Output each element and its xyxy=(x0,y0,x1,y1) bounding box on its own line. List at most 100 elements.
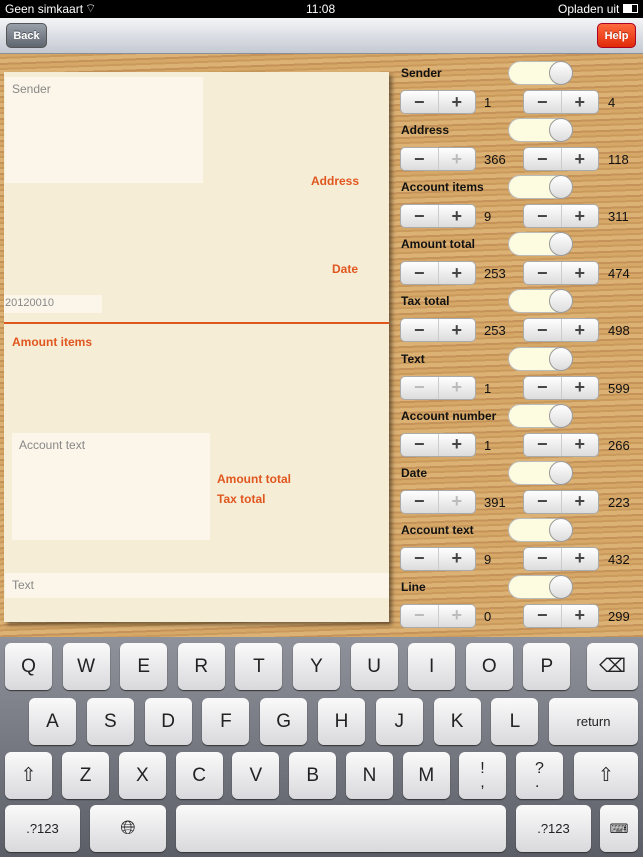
key-exclamation[interactable]: ! , xyxy=(459,752,506,799)
plus-icon[interactable]: + xyxy=(437,319,476,342)
size-stepper[interactable]: − + xyxy=(523,375,599,400)
visibility-toggle[interactable] xyxy=(508,118,573,143)
minus-icon[interactable]: − xyxy=(524,434,561,456)
address-label[interactable]: Address xyxy=(311,174,359,188)
key-i[interactable]: I xyxy=(408,643,456,690)
key-x[interactable]: X xyxy=(118,752,166,799)
minus-icon[interactable]: − xyxy=(401,148,438,170)
position-stepper[interactable]: − + xyxy=(400,489,476,514)
minus-icon[interactable]: − xyxy=(401,262,438,284)
key-g[interactable]: G xyxy=(260,698,308,745)
key-k[interactable]: K xyxy=(433,698,481,745)
minus-icon[interactable]: − xyxy=(524,148,561,170)
account-text-field[interactable]: Account text xyxy=(12,433,210,540)
key-o[interactable]: O xyxy=(465,643,513,690)
minus-icon[interactable]: − xyxy=(401,91,438,113)
key-v[interactable]: V xyxy=(232,752,280,799)
plus-icon[interactable]: + xyxy=(560,91,599,113)
plus-icon[interactable]: + xyxy=(560,604,599,627)
toggle-knob[interactable] xyxy=(549,175,573,200)
key-z[interactable]: Z xyxy=(62,752,109,799)
size-stepper[interactable]: − + xyxy=(523,147,599,172)
visibility-toggle[interactable] xyxy=(508,232,573,257)
plus-icon[interactable]: + xyxy=(437,490,476,513)
plus-icon[interactable]: + xyxy=(437,205,476,228)
size-stepper[interactable]: − + xyxy=(523,261,599,286)
minus-icon[interactable]: − xyxy=(524,205,561,227)
position-stepper[interactable]: − + xyxy=(400,432,476,457)
minus-icon[interactable]: − xyxy=(524,91,561,113)
toggle-knob[interactable] xyxy=(549,118,573,143)
key-t[interactable]: T xyxy=(235,643,283,690)
amount-items-label[interactable]: Amount items xyxy=(12,335,92,349)
minus-icon[interactable]: − xyxy=(401,491,438,513)
minus-icon[interactable]: − xyxy=(524,548,561,570)
key-question[interactable]: ? . xyxy=(516,752,563,799)
key-w[interactable]: W xyxy=(62,643,110,690)
dismiss-keyboard-key[interactable]: ⌨ xyxy=(600,805,638,852)
plus-icon[interactable]: + xyxy=(437,604,476,627)
toggle-knob[interactable] xyxy=(549,346,573,371)
key-c[interactable]: C xyxy=(175,752,223,799)
date-value-field[interactable]: 20120010 xyxy=(4,295,102,313)
plus-icon[interactable]: + xyxy=(437,433,476,456)
plus-icon[interactable]: + xyxy=(437,376,476,399)
size-stepper[interactable]: − + xyxy=(523,90,599,114)
size-stepper[interactable]: − + xyxy=(523,603,599,628)
size-stepper[interactable]: − + xyxy=(523,318,599,343)
visibility-toggle[interactable] xyxy=(508,460,573,485)
key-f[interactable]: F xyxy=(202,698,250,745)
position-stepper[interactable]: − + xyxy=(400,147,476,172)
globe-key[interactable]: 🌐︎ xyxy=(90,805,166,852)
help-button[interactable]: Help xyxy=(597,23,636,48)
minus-icon[interactable]: − xyxy=(401,605,438,627)
key-a[interactable]: A xyxy=(29,698,76,745)
toggle-knob[interactable] xyxy=(549,574,573,599)
key-m[interactable]: M xyxy=(402,752,450,799)
toggle-knob[interactable] xyxy=(549,517,573,542)
backspace-key[interactable]: ⌫ xyxy=(587,643,638,690)
minus-icon[interactable]: − xyxy=(524,262,561,284)
minus-icon[interactable]: − xyxy=(524,605,561,627)
minus-icon[interactable]: − xyxy=(524,377,561,399)
key-j[interactable]: J xyxy=(375,698,423,745)
position-stepper[interactable]: − + xyxy=(400,546,476,571)
minus-icon[interactable]: − xyxy=(401,548,438,570)
date-label[interactable]: Date xyxy=(332,262,358,276)
plus-icon[interactable]: + xyxy=(560,148,599,171)
key-r[interactable]: R xyxy=(177,643,225,690)
plus-icon[interactable]: + xyxy=(560,490,599,513)
toggle-knob[interactable] xyxy=(549,460,573,485)
tax-total-label[interactable]: Tax total xyxy=(217,492,265,506)
size-stepper[interactable]: − + xyxy=(523,204,599,229)
visibility-toggle[interactable] xyxy=(508,346,573,371)
key-s[interactable]: S xyxy=(86,698,134,745)
plus-icon[interactable]: + xyxy=(437,91,476,113)
size-stepper[interactable]: − + xyxy=(523,489,599,514)
sender-field[interactable]: Sender xyxy=(5,77,203,183)
key-d[interactable]: D xyxy=(144,698,192,745)
plus-icon[interactable]: + xyxy=(437,262,476,285)
space-key[interactable] xyxy=(176,805,506,852)
position-stepper[interactable]: − + xyxy=(400,603,476,628)
return-key[interactable]: return xyxy=(549,698,638,745)
plus-icon[interactable]: + xyxy=(560,433,599,456)
minus-icon[interactable]: − xyxy=(524,319,561,341)
key-u[interactable]: U xyxy=(350,643,398,690)
key-b[interactable]: B xyxy=(289,752,337,799)
key-q[interactable]: Q xyxy=(5,643,52,690)
toggle-knob[interactable] xyxy=(549,403,573,428)
shift-key-right[interactable]: ⇧ xyxy=(574,752,638,799)
visibility-toggle[interactable] xyxy=(508,574,573,599)
key-l[interactable]: L xyxy=(491,698,539,745)
visibility-toggle[interactable] xyxy=(508,403,573,428)
minus-icon[interactable]: − xyxy=(401,205,438,227)
visibility-toggle[interactable] xyxy=(508,175,573,200)
visibility-toggle[interactable] xyxy=(508,61,573,85)
plus-icon[interactable]: + xyxy=(560,262,599,285)
position-stepper[interactable]: − + xyxy=(400,261,476,286)
size-stepper[interactable]: − + xyxy=(523,546,599,571)
toggle-knob[interactable] xyxy=(549,61,573,85)
position-stepper[interactable]: − + xyxy=(400,318,476,343)
back-button[interactable]: Back xyxy=(6,23,47,48)
